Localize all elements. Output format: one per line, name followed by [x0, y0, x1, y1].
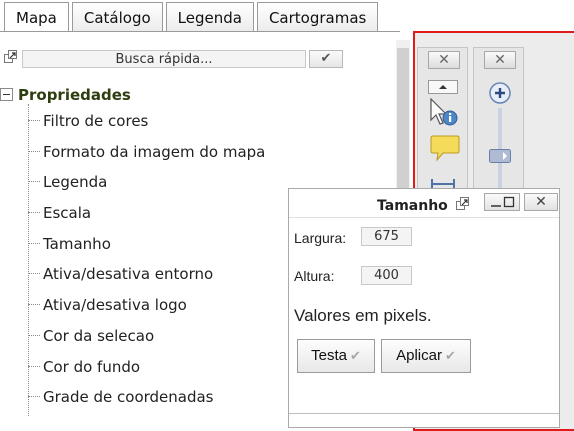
zoom-slider-icon[interactable] [489, 148, 511, 167]
height-label: Altura: [294, 268, 335, 284]
tab-legenda[interactable]: Legenda [165, 2, 254, 31]
dialog-note: Valores em pixels. [294, 306, 432, 325]
tree-list: Filtro de cores Formato da imagem do map… [28, 112, 265, 419]
test-button-label: Testa [311, 347, 347, 364]
tree-item-cor-fundo[interactable]: Cor do fundo [28, 358, 265, 389]
scrollbar-thumb[interactable] [397, 48, 409, 198]
quick-search-button[interactable]: ✔ [309, 50, 343, 68]
tree-item-logo[interactable]: Ativa/desativa logo [28, 296, 265, 327]
tree-item-formato-imagem[interactable]: Formato da imagem do mapa [28, 143, 265, 174]
tree-item-escala[interactable]: Escala [28, 204, 265, 235]
size-dialog: Tamanho ✕ Largura: Altura: Valores em pi… [288, 188, 560, 428]
tab-mapa[interactable]: Mapa [4, 2, 69, 31]
popout-icon[interactable] [4, 49, 18, 63]
zoom-in-icon[interactable] [488, 81, 512, 109]
tree-item-tamanho[interactable]: Tamanho [28, 235, 265, 266]
check-icon: ✔ [349, 348, 361, 363]
height-field[interactable] [361, 266, 412, 285]
dialog-popout-icon[interactable] [456, 196, 470, 210]
toolbar-close-button[interactable]: ✕ [428, 51, 460, 69]
apply-button-label: Aplicar [396, 347, 442, 364]
check-icon: ✔ [444, 348, 456, 363]
tree-item-entorno[interactable]: Ativa/desativa entorno [28, 265, 265, 296]
collapse-toggle-icon[interactable] [0, 88, 13, 101]
dialog-title: Tamanho [377, 198, 448, 214]
tree-item-cor-selecao[interactable]: Cor da selecao [28, 327, 265, 358]
info-cursor-icon[interactable] [428, 97, 460, 132]
tab-catalogo[interactable]: Catálogo [71, 2, 163, 31]
apply-button[interactable]: Aplicar ✔ [381, 339, 471, 373]
tree-title[interactable]: Propriedades [18, 86, 131, 104]
width-field[interactable] [361, 227, 412, 246]
test-button[interactable]: Testa ✔ [297, 339, 375, 373]
width-label: Largura: [294, 230, 347, 246]
tab-bar: Mapa Catálogo Legenda Cartogramas [4, 2, 381, 32]
tree-item-grade-coordenadas[interactable]: Grade de coordenadas [28, 388, 265, 419]
tab-cartogramas[interactable]: Cartogramas [256, 2, 379, 31]
quick-search-input[interactable] [22, 50, 306, 68]
dialog-header-divider [289, 217, 559, 218]
zoom-toolbar-close-button[interactable]: ✕ [484, 51, 516, 69]
dialog-minimize-button[interactable] [484, 193, 520, 211]
tab-bar-divider [0, 31, 400, 32]
scroll-up-icon[interactable] [428, 79, 458, 98]
dialog-bottom-divider [289, 413, 559, 414]
comment-balloon-icon[interactable] [430, 134, 460, 166]
tree-item-filtro-de-cores[interactable]: Filtro de cores [28, 112, 265, 143]
tree-item-legenda[interactable]: Legenda [28, 173, 265, 204]
dialog-close-button[interactable]: ✕ [524, 193, 558, 211]
